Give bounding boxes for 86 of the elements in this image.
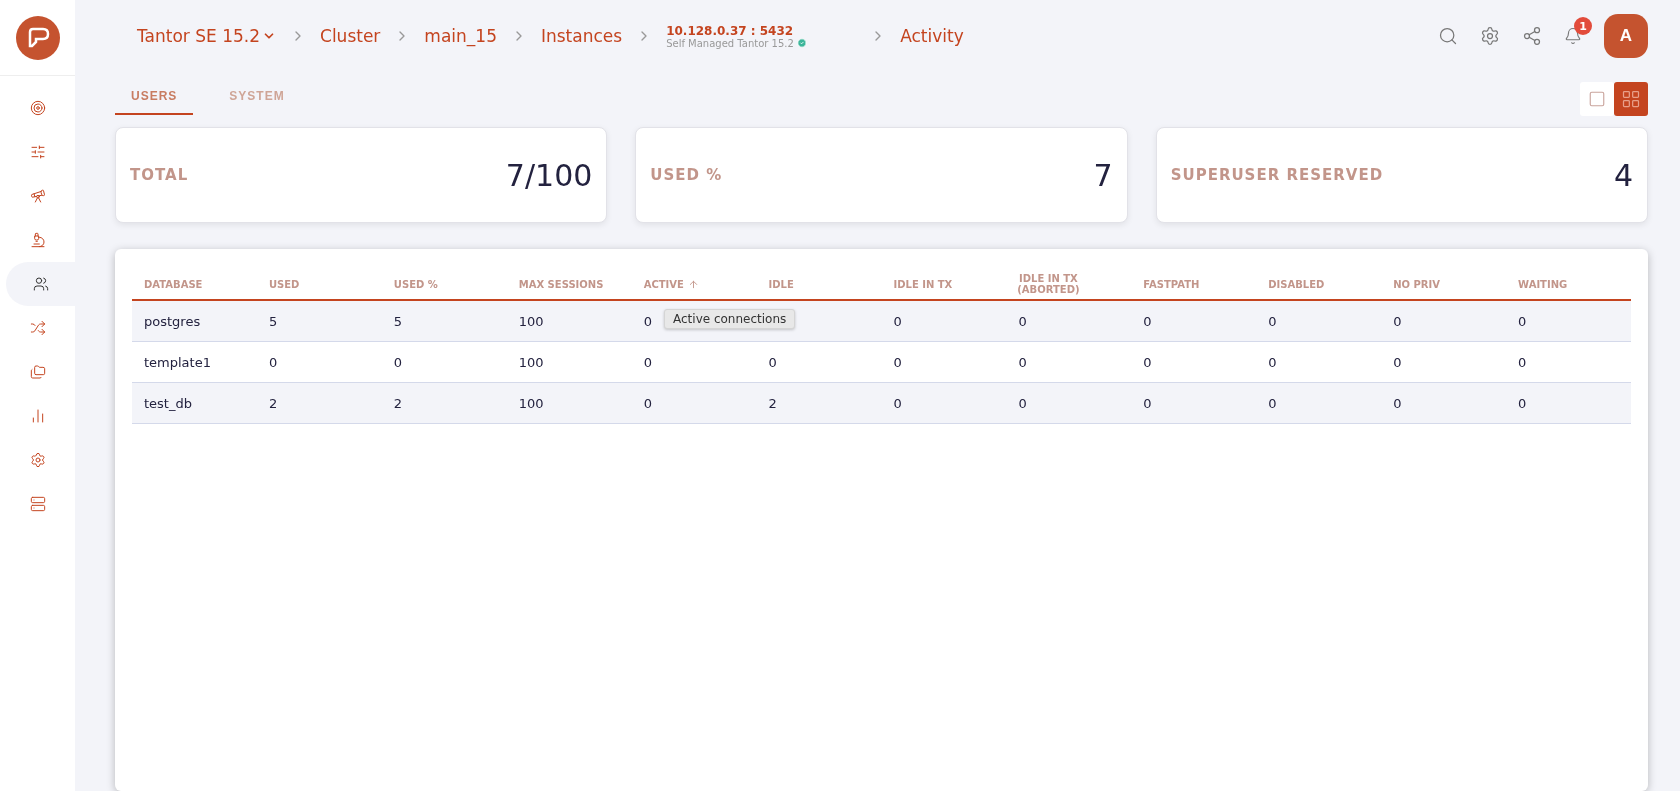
view-toggle-button[interactable] <box>1580 81 1614 116</box>
column-header[interactable]: USED <box>256 278 382 290</box>
notifications-button[interactable] <box>1564 27 1582 46</box>
table-cell: 0 <box>893 395 902 411</box>
table-cell: 0 <box>643 354 652 370</box>
table-cell: 0 <box>1018 395 1027 411</box>
table-cell: 0 <box>1518 395 1527 411</box>
shuffle-icon <box>29 320 46 336</box>
column-header[interactable]: DATABASE <box>132 278 257 290</box>
table-cell: 100 <box>518 313 544 329</box>
table-cell: 2 <box>268 395 278 411</box>
stat-value: 7/100 <box>505 157 593 193</box>
target-icon <box>29 100 46 116</box>
breadcrumb-link[interactable]: Tantor SE 15.2 <box>137 26 276 47</box>
table-cell: postgres <box>144 313 201 329</box>
server-icon <box>29 496 46 512</box>
table-cell: 5 <box>393 313 403 329</box>
stat-label: TOTAL <box>130 166 189 185</box>
table-cell: 0 <box>393 354 403 370</box>
column-header[interactable]: FASTPATH <box>1131 278 1257 290</box>
sort-arrow-icon <box>687 278 699 290</box>
table-cell: 0 <box>268 354 278 370</box>
stat-value: 4 <box>1613 157 1633 193</box>
tooltip: Active connections <box>664 309 796 330</box>
column-header[interactable]: IDLE IN TX <box>881 278 1007 290</box>
tab[interactable]: USERS <box>115 89 194 116</box>
telescope-icon <box>29 188 46 204</box>
table-cell: 2 <box>768 395 777 411</box>
breadcrumb-link[interactable]: Instances <box>540 26 623 47</box>
tab[interactable]: SYSTEM <box>213 89 301 116</box>
table-cell: 0 <box>893 354 902 370</box>
table-cell: 0 <box>643 313 652 329</box>
table-cell: 0 <box>893 313 902 329</box>
table-cell: 0 <box>1018 354 1027 370</box>
breadcrumb-link[interactable]: Cluster <box>320 26 381 47</box>
breadcrumb-link[interactable]: 10.128.0.37 : 5432 <box>666 23 857 38</box>
table-cell: 0 <box>1268 313 1277 329</box>
column-header[interactable]: USED % <box>381 278 507 290</box>
table-cell: 0 <box>1143 313 1152 329</box>
sliders-icon <box>29 144 46 160</box>
table-cell: 100 <box>518 395 544 411</box>
table-cell: 5 <box>268 313 278 329</box>
table-cell: 0 <box>1393 354 1402 370</box>
sidebar-item[interactable] <box>6 262 75 306</box>
table-cell: 0 <box>768 354 777 370</box>
stat-label: USED % <box>650 166 723 185</box>
column-header[interactable]: ACTIVE <box>631 278 757 290</box>
notification-count: 1 <box>1574 17 1592 36</box>
grid-icon <box>1621 88 1641 109</box>
folders-icon <box>29 364 46 380</box>
column-header[interactable]: DISABLED <box>1256 278 1382 290</box>
table-cell: 0 <box>1518 354 1527 370</box>
breadcrumb-link[interactable]: main_15 <box>424 26 497 47</box>
table-cell: 0 <box>1393 313 1402 329</box>
table-cell: 0 <box>1268 395 1277 411</box>
stat-label: SUPERUSER RESERVED <box>1170 166 1384 185</box>
column-header[interactable]: NO PRIV <box>1381 278 1507 290</box>
table-cell: 0 <box>1268 354 1277 370</box>
column-header[interactable]: WAITING <box>1506 278 1631 290</box>
logo-icon <box>15 15 60 60</box>
column-header[interactable]: MAX SESSIONS <box>506 278 632 290</box>
square-icon <box>1588 89 1606 108</box>
check-icon <box>796 38 807 49</box>
breadcrumb-link[interactable]: Activity <box>900 26 964 47</box>
table-cell: 0 <box>1143 395 1152 411</box>
column-header[interactable]: IDLE <box>756 278 882 290</box>
table-cell: template1 <box>144 354 211 370</box>
table-cell: 0 <box>1518 313 1527 329</box>
stat-value: 7 <box>1093 157 1113 193</box>
avatar-button[interactable]: A <box>1604 14 1648 59</box>
table-cell: test_db <box>144 395 192 411</box>
settings-button[interactable] <box>1480 26 1500 47</box>
settings-icon <box>29 452 46 468</box>
table-cell: 0 <box>643 395 652 411</box>
search-button[interactable] <box>1438 26 1458 47</box>
column-header[interactable]: IDLE IN TX (ABORTED) <box>1008 273 1089 296</box>
table-cell: 100 <box>518 354 544 370</box>
table-cell: 2 <box>393 395 403 411</box>
table-cell: 0 <box>1393 395 1402 411</box>
table-cell: 0 <box>1018 313 1027 329</box>
microscope-icon <box>29 232 46 248</box>
instance-subtitle: Self Managed Tantor 15.2 <box>666 37 857 49</box>
view-toggle-button[interactable] <box>1614 81 1648 116</box>
network-button[interactable] <box>1522 26 1542 47</box>
users-icon <box>32 276 49 292</box>
table-cell: 0 <box>1143 354 1152 370</box>
